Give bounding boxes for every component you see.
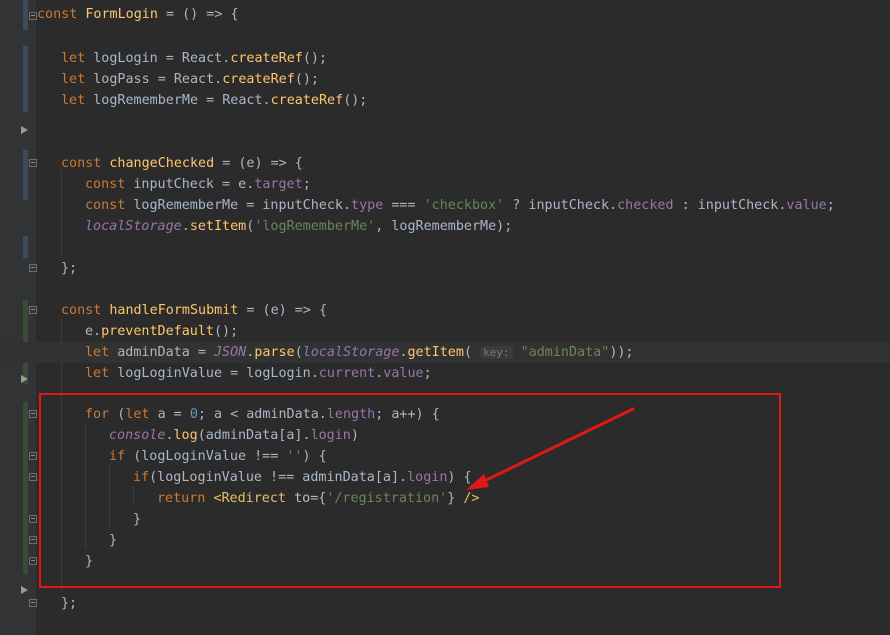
red-arrow-annotation: [466, 407, 635, 490]
